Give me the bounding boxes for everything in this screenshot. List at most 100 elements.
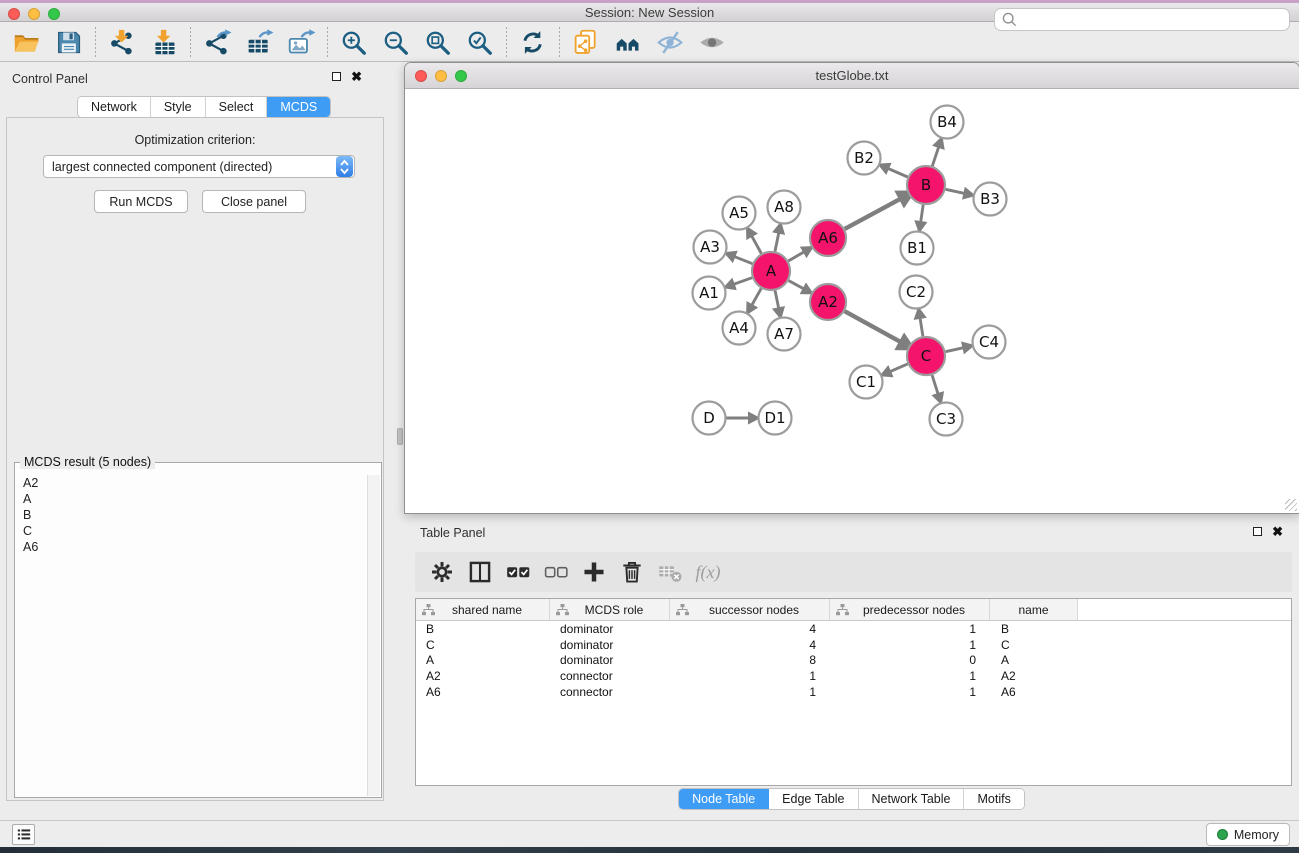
refresh-view-button[interactable] <box>512 25 554 59</box>
edge-A-A1[interactable] <box>733 278 752 285</box>
column-header-shared-name[interactable]: shared name <box>416 599 550 621</box>
mcds-result-item[interactable]: B <box>16 507 367 523</box>
mcds-result-list[interactable]: A2ABCA6 <box>16 475 367 796</box>
edge-A6-B[interactable] <box>845 198 902 229</box>
cell-shared-name: A6 <box>416 684 550 700</box>
mcds-result-item[interactable]: A2 <box>16 475 367 491</box>
tab-network-table[interactable]: Network Table <box>859 789 965 809</box>
edge-A-A8[interactable] <box>775 232 779 251</box>
memory-button[interactable]: Memory <box>1206 823 1290 846</box>
float-panel-icon[interactable] <box>332 72 341 81</box>
import-network-button[interactable] <box>101 25 143 59</box>
first-neighbors-button[interactable] <box>607 25 649 59</box>
zoom-out-button[interactable] <box>375 25 417 59</box>
zoom-selected-button[interactable] <box>459 25 501 59</box>
column-header-predecessor-nodes[interactable]: predecessor nodes <box>830 599 990 621</box>
edge-C-C3[interactable] <box>932 375 938 395</box>
tab-style[interactable]: Style <box>151 97 206 117</box>
show-columns-button[interactable] <box>461 555 499 589</box>
table-row[interactable]: A6connector11A6 <box>416 684 1291 700</box>
table-row[interactable]: Cdominator41C <box>416 637 1291 653</box>
mcds-result-scrollbar[interactable] <box>367 475 380 796</box>
table-row[interactable]: Adominator80A <box>416 653 1291 669</box>
edge-A-A2[interactable] <box>789 281 805 290</box>
graph-node-label-B4: B4 <box>937 113 957 131</box>
edge-B-B4[interactable] <box>932 146 939 166</box>
close-panel-icon[interactable]: ✖ <box>1272 526 1283 537</box>
edge-A-A7[interactable] <box>775 291 779 309</box>
open-session-button[interactable] <box>6 25 48 59</box>
mcds-result-item[interactable]: A <box>16 491 367 507</box>
save-session-button[interactable] <box>48 25 90 59</box>
search-box[interactable] <box>994 8 1290 31</box>
edge-B-B3[interactable] <box>946 189 966 193</box>
close-panel-button[interactable]: Close panel <box>202 190 306 213</box>
cell-MCDS-role: dominator <box>550 637 670 653</box>
mcds-result-item[interactable]: C <box>16 523 367 539</box>
hierarchy-icon <box>422 604 435 616</box>
import-table-button[interactable] <box>143 25 185 59</box>
tab-select[interactable]: Select <box>206 97 268 117</box>
graph-node-label-C1: C1 <box>856 373 876 391</box>
export-network-button[interactable] <box>196 25 238 59</box>
edge-C-C4[interactable] <box>946 348 965 352</box>
delete-row-button[interactable] <box>613 555 651 589</box>
cell-filler <box>1078 668 1291 684</box>
show-all-icon <box>698 28 727 57</box>
edge-A-A4[interactable] <box>751 288 761 305</box>
deselect-all-rows-button[interactable] <box>537 555 575 589</box>
run-mcds-button[interactable]: Run MCDS <box>94 190 188 213</box>
table-header-row[interactable]: shared nameMCDS rolesuccessor nodesprede… <box>416 599 1291 621</box>
column-header-MCDS-role[interactable]: MCDS role <box>550 599 670 621</box>
edge-B-B1[interactable] <box>921 205 924 223</box>
table-row[interactable]: A2connector11A2 <box>416 668 1291 684</box>
show-all-button[interactable] <box>691 25 733 59</box>
panel-list-button[interactable] <box>12 824 35 845</box>
export-image-button[interactable] <box>280 25 322 59</box>
mcds-result-item[interactable]: A6 <box>16 539 367 555</box>
table-body: Bdominator41BCdominator41CAdominator80AA… <box>416 621 1291 700</box>
edge-A-A5[interactable] <box>751 235 761 253</box>
float-panel-icon[interactable] <box>1253 527 1262 536</box>
cell-filler <box>1078 653 1291 669</box>
add-row-button[interactable] <box>575 555 613 589</box>
network-resize-grip[interactable] <box>1285 499 1297 511</box>
criterion-dropdown[interactable]: largest connected component (directed) <box>43 155 355 178</box>
zoom-in-button[interactable] <box>333 25 375 59</box>
tab-mcds[interactable]: MCDS <box>267 97 330 117</box>
toolbar-separator <box>506 27 507 57</box>
edge-C-C2[interactable] <box>920 317 923 336</box>
hide-selected-button[interactable] <box>649 25 691 59</box>
zoom-fit-button[interactable] <box>417 25 459 59</box>
edge-A-A6[interactable] <box>788 252 804 261</box>
column-header-successor-nodes[interactable]: successor nodes <box>670 599 830 621</box>
tab-node-table[interactable]: Node Table <box>679 789 769 809</box>
table-settings-icon <box>429 559 455 585</box>
new-network-from-selection-button[interactable] <box>565 25 607 59</box>
edge-B-B2[interactable] <box>887 168 907 177</box>
export-table-button[interactable] <box>238 25 280 59</box>
close-panel-icon[interactable]: ✖ <box>351 71 362 82</box>
edge-C-C1[interactable] <box>889 364 907 372</box>
table-row[interactable]: Bdominator41B <box>416 621 1291 637</box>
node-table: shared nameMCDS rolesuccessor nodesprede… <box>415 598 1292 786</box>
add-row-icon <box>581 559 607 585</box>
tab-edge-table[interactable]: Edge Table <box>769 789 858 809</box>
cell-name: B <box>990 621 1078 637</box>
panel-divider-grip[interactable] <box>397 428 403 445</box>
cell-successor-nodes: 1 <box>670 668 830 684</box>
graph-node-label-A1: A1 <box>699 284 719 302</box>
column-header-name[interactable]: name <box>990 599 1078 621</box>
control-panel-tabs: NetworkStyleSelectMCDS <box>77 96 331 118</box>
edge-A-A3[interactable] <box>734 256 753 263</box>
network-graph-canvas[interactable]: AA1A2A3A4A5A6A7A8BB1B2B3B4CC1C2C3C4DD1 <box>405 89 1299 514</box>
tab-network[interactable]: Network <box>78 97 151 117</box>
table-panel-title: Table Panel <box>420 526 485 540</box>
select-all-rows-button[interactable] <box>499 555 537 589</box>
search-input[interactable] <box>1019 12 1289 28</box>
tab-motifs[interactable]: Motifs <box>964 789 1023 809</box>
network-window-titlebar: testGlobe.txt <box>405 63 1299 89</box>
import-network-icon <box>108 28 137 57</box>
edge-A2-C[interactable] <box>845 311 902 342</box>
table-settings-button[interactable] <box>423 555 461 589</box>
